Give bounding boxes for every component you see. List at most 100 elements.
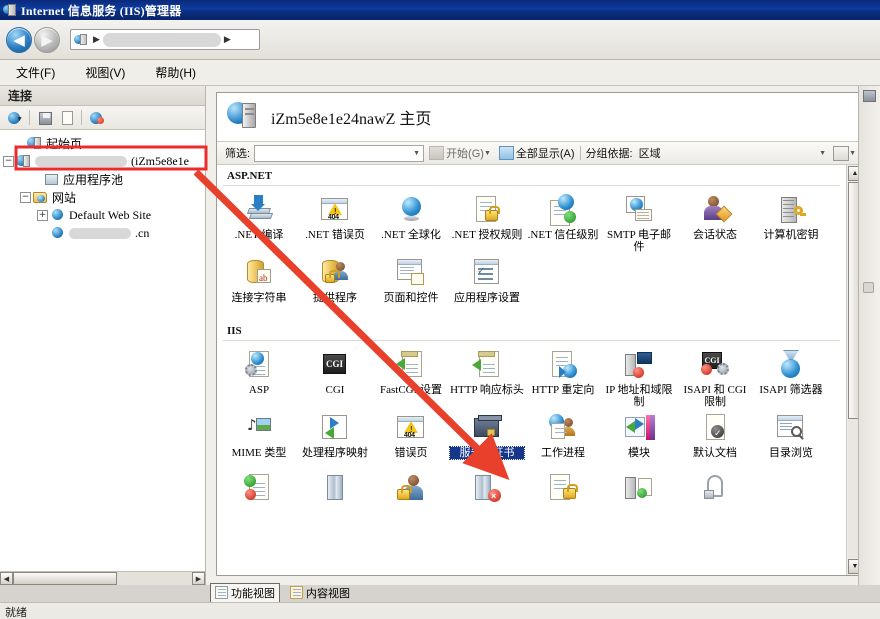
navigation-bar: ◀ ▶ ▶ ▶: [0, 20, 880, 60]
default-document-icon: ✓: [699, 412, 731, 444]
tab-content-view[interactable]: 内容视图: [286, 584, 354, 602]
tree-expander-sites[interactable]: −: [20, 191, 31, 203]
feature-directory-browsing[interactable]: 目录浏览: [753, 408, 829, 468]
net-authorization-rules-icon: [471, 194, 503, 226]
feature-server-certificates[interactable]: 服务器证书: [449, 408, 525, 468]
feature-error-pages[interactable]: 404 错误页: [373, 408, 449, 468]
connect-to-icon[interactable]: ▼: [5, 108, 24, 127]
scroll-left-icon[interactable]: ◀: [0, 572, 13, 585]
feature-net-compilation[interactable]: .NET 编译: [221, 190, 297, 253]
pages-and-controls-icon: [395, 257, 427, 289]
tree-item-default-web-site[interactable]: + Default Web Site: [0, 206, 205, 224]
feature-connection-strings[interactable]: ab 连接字符串: [221, 253, 297, 313]
feature-session-state[interactable]: 会话状态: [677, 190, 753, 253]
tree-item-application-pools[interactable]: 应用程序池: [0, 170, 205, 188]
connections-header: 连接: [0, 86, 205, 106]
http-response-headers-icon: [471, 349, 503, 381]
toolbar-divider-2: [81, 110, 82, 125]
group-by-chevron-down-icon[interactable]: ▼: [819, 150, 829, 157]
tree-item-label: 网站: [52, 190, 77, 205]
actions-pane-collapsed[interactable]: [858, 86, 880, 585]
website-icon: [50, 208, 66, 223]
menu-item-help[interactable]: 帮助(H): [151, 62, 200, 83]
tab-label: 内容视图: [306, 587, 350, 600]
feature-fastcgi-settings[interactable]: FastCGI 设置: [373, 345, 449, 408]
feature-isapi-cgi-restrictions[interactable]: CGI ISAPI 和 CGI 限制: [677, 345, 753, 408]
feature-net-trust-levels[interactable]: .NET 信任级别: [525, 190, 601, 253]
feature-label: FastCGI 设置: [379, 384, 443, 396]
feature-asp[interactable]: ASP: [221, 345, 297, 408]
tree-expander-default-web-site[interactable]: +: [37, 209, 48, 221]
feature-handler-mappings[interactable]: 处理程序映射: [297, 408, 373, 468]
tree-item-start-page[interactable]: 起始页: [0, 134, 205, 152]
show-all-icon: [498, 146, 514, 160]
feature-worker-processes[interactable]: 工作进程: [525, 408, 601, 468]
application-settings-icon: ✓: [471, 257, 503, 289]
start-filter-button[interactable]: 开始(G) ▼: [429, 145, 494, 161]
feature-net-error-pages[interactable]: 404 .NET 错误页: [297, 190, 373, 253]
back-arrow-icon[interactable]: ◀: [6, 26, 32, 53]
feature-request-filtering[interactable]: [525, 468, 601, 528]
tree-item-server[interactable]: − (iZm5e8e1e: [0, 152, 205, 170]
connections-horizontal-scrollbar[interactable]: ◀ ▶: [0, 571, 205, 585]
start-page-icon: [27, 136, 43, 151]
server-name-redacted: [35, 155, 127, 167]
breadcrumb-separator-1: ▶: [93, 34, 100, 44]
feature-output-caching[interactable]: [297, 468, 373, 528]
address-bar[interactable]: ▶ ▶: [70, 29, 260, 50]
filter-input[interactable]: ▼: [254, 144, 425, 162]
feature-pages-and-controls[interactable]: 页面和控件: [373, 253, 449, 313]
breadcrumb-separator-2[interactable]: ▶: [224, 34, 231, 45]
chevron-down-icon[interactable]: ▼: [413, 150, 423, 157]
feature-modules[interactable]: 模块: [601, 408, 677, 468]
feature-isapi-filters[interactable]: ISAPI 筛选器: [753, 345, 829, 408]
feature-authentication[interactable]: [373, 468, 449, 528]
feature-label: CGI: [325, 384, 345, 396]
feature-ip-domain-restrictions[interactable]: IP 地址和域限制: [601, 345, 677, 408]
hscroll-track[interactable]: [13, 572, 192, 585]
tree-item-sites[interactable]: − 网站: [0, 188, 205, 206]
connections-pane: 连接 ▼ 起始页 − (iZm5e8e1e 应用程序池 − 网站 + Defau…: [0, 86, 206, 585]
menu-item-view[interactable]: 视图(V): [81, 62, 129, 83]
feature-smtp-email[interactable]: SMTP 电子邮件: [601, 190, 677, 253]
forward-arrow-icon[interactable]: ▶: [34, 26, 60, 53]
feature-net-globalization[interactable]: .NET 全球化: [373, 190, 449, 253]
tree-item-site-redacted[interactable]: .cn: [0, 224, 205, 242]
tree-expander-server[interactable]: −: [3, 155, 14, 167]
feature-providers[interactable]: 提供程序: [297, 253, 373, 313]
feature-net-authorization-rules[interactable]: .NET 授权规则: [449, 190, 525, 253]
feature-label: 处理程序映射: [302, 447, 368, 459]
feature-http-redirect[interactable]: HTTP 重定向: [525, 345, 601, 408]
feature-mime-types[interactable]: ♪ MIME 类型: [221, 408, 297, 468]
chevron-down-icon[interactable]: ▼: [484, 150, 494, 157]
edit-connection-icon[interactable]: [57, 108, 76, 127]
section-divider-iis: [223, 340, 840, 341]
authentication-icon: [395, 472, 427, 504]
feature-http-response-headers[interactable]: HTTP 响应标头: [449, 345, 525, 408]
group-by-label: 分组依据:: [585, 148, 633, 160]
feature-label: IP 地址和域限制: [605, 384, 673, 408]
hscroll-thumb[interactable]: [13, 572, 117, 585]
feature-machine-key[interactable]: 计算机密钥: [753, 190, 829, 253]
save-connection-icon[interactable]: [35, 108, 54, 127]
show-all-button[interactable]: 全部显示(A): [498, 145, 575, 161]
feature-default-document[interactable]: ✓ 默认文档: [677, 408, 753, 468]
feature-feature-delegation[interactable]: [601, 468, 677, 528]
feature-shared-configuration[interactable]: [677, 468, 753, 528]
feature-cgi[interactable]: CGI CGI: [297, 345, 373, 408]
feature-failed-request-tracing[interactable]: ×: [449, 468, 525, 528]
feature-label: ISAPI 和 CGI 限制: [683, 384, 747, 408]
scroll-right-icon[interactable]: ▶: [192, 572, 205, 585]
view-mode-icon[interactable]: [833, 145, 850, 161]
feature-logging[interactable]: [221, 468, 297, 528]
help-pane-icon: [863, 282, 874, 293]
feature-delegation-icon: [623, 472, 655, 504]
tab-features-view[interactable]: 功能视图: [210, 582, 280, 603]
disconnect-icon[interactable]: [87, 108, 106, 127]
feature-application-settings[interactable]: ✓ 应用程序设置: [449, 253, 525, 313]
feature-label: ASP: [248, 384, 270, 396]
net-trust-levels-icon: [547, 194, 579, 226]
group-by-value[interactable]: 区域: [639, 145, 661, 161]
menu-item-file[interactable]: 文件(F): [12, 62, 59, 83]
connections-tree[interactable]: 起始页 − (iZm5e8e1e 应用程序池 − 网站 + Default We…: [0, 130, 205, 571]
